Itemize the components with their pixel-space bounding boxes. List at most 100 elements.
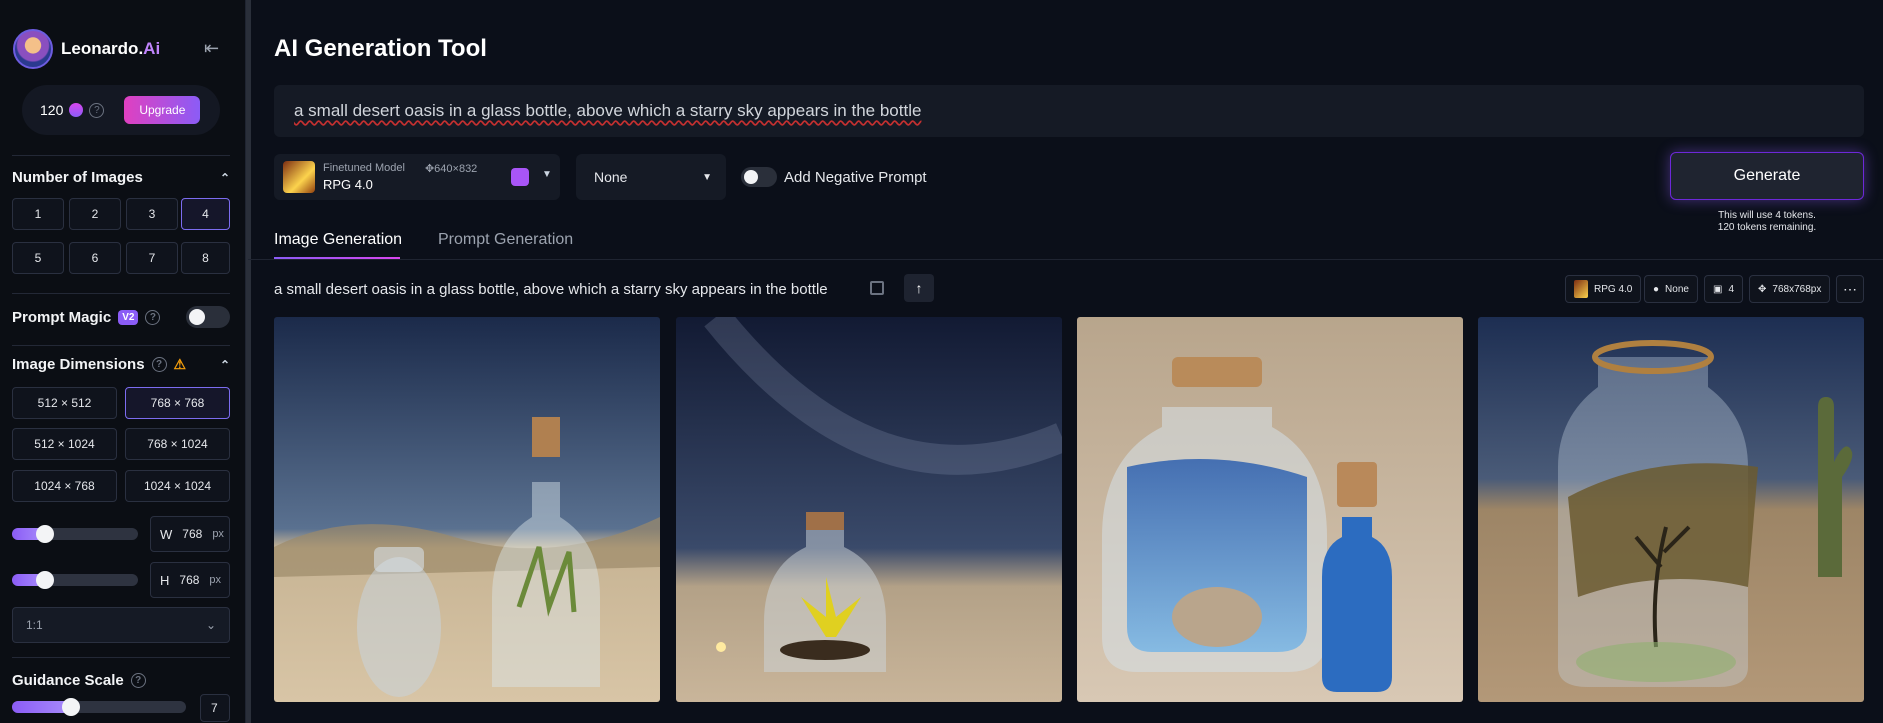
- chevron-down-icon: ⌄: [205, 618, 216, 632]
- generated-image-2[interactable]: [676, 317, 1062, 702]
- slider-knob[interactable]: [62, 698, 80, 716]
- guidance-value-field[interactable]: 7: [200, 694, 230, 722]
- token-usage-note: This will use 4 tokens. 120 tokens remai…: [1670, 210, 1864, 234]
- chevron-up-icon: ⌃: [219, 357, 230, 372]
- divider: [12, 155, 230, 156]
- guidance-scale-header: Guidance Scale ?: [12, 672, 146, 689]
- unit-label: px: [209, 574, 222, 586]
- width-value[interactable]: 768: [182, 527, 202, 541]
- reuse-prompt-button[interactable]: ↑: [904, 274, 934, 302]
- generated-image-1[interactable]: [274, 317, 660, 702]
- help-icon[interactable]: ?: [130, 673, 146, 688]
- more-options-button[interactable]: ⋯: [1836, 275, 1864, 303]
- height-value[interactable]: 768: [179, 573, 199, 587]
- num-images-6[interactable]: 6: [69, 242, 121, 274]
- logo-avatar: [13, 29, 53, 69]
- collapse-sidebar-icon[interactable]: ⇤: [204, 38, 219, 59]
- token-usage-line: This will use 4 tokens.: [1718, 210, 1816, 221]
- brand-name: Leonardo.Ai: [61, 39, 161, 58]
- aspect-ratio-value: 1:1: [26, 618, 43, 632]
- num-images-3[interactable]: 3: [126, 198, 178, 230]
- model-select[interactable]: Finetuned Model ✥640×832 RPG 4.0 ▼: [274, 154, 560, 200]
- model-name: RPG 4.0: [323, 177, 373, 192]
- dimension-768x1024[interactable]: 768 × 1024: [125, 428, 230, 460]
- num-images-8[interactable]: 8: [181, 242, 230, 274]
- help-icon[interactable]: ?: [145, 310, 161, 325]
- image-desert-bottle-2: [676, 317, 1062, 702]
- tabs-divider: [248, 259, 1883, 260]
- prompt-text[interactable]: a small desert oasis in a glass bottle, …: [294, 101, 921, 121]
- tab-image-generation[interactable]: Image Generation: [274, 231, 402, 249]
- aspect-ratio-select[interactable]: 1:1 ⌄: [12, 607, 230, 643]
- caret-down-icon: ▼: [702, 171, 712, 183]
- dimension-512x512[interactable]: 512 × 512: [12, 387, 117, 419]
- generation-prompt: a small desert oasis in a glass bottle, …: [274, 281, 828, 298]
- prompt-magic-toggle[interactable]: [186, 306, 230, 328]
- image-dimensions-header[interactable]: Image Dimensions ? ⚠ ⌃: [12, 356, 230, 373]
- count-chip: ▣ 4: [1704, 275, 1744, 303]
- number-of-images-header[interactable]: Number of Images ⌃: [12, 169, 230, 186]
- generate-button[interactable]: Generate: [1670, 152, 1864, 200]
- dimension-1024x768[interactable]: 1024 × 768: [12, 470, 117, 502]
- warning-icon: ⚠: [173, 356, 187, 372]
- negative-prompt-label[interactable]: Add Negative Prompt: [784, 169, 927, 186]
- move-icon: ✥: [1758, 283, 1767, 295]
- guidance-slider[interactable]: [12, 698, 186, 716]
- drop-icon: ●: [1653, 283, 1660, 295]
- chip-label: RPG 4.0: [1594, 283, 1633, 295]
- model-details-icon[interactable]: [511, 168, 529, 186]
- slider-knob[interactable]: [36, 571, 54, 589]
- help-icon[interactable]: ?: [89, 102, 105, 118]
- dimension-512x1024[interactable]: 512 × 1024: [12, 428, 117, 460]
- prompt-input[interactable]: a small desert oasis in a glass bottle, …: [274, 85, 1864, 137]
- section-title: Number of Images: [12, 169, 143, 186]
- token-count: 120: [40, 102, 64, 118]
- num-images-5[interactable]: 5: [12, 242, 64, 274]
- num-images-1[interactable]: 1: [12, 198, 64, 230]
- images-icon: ▣: [1713, 283, 1723, 295]
- page-title: AI Generation Tool: [274, 35, 487, 62]
- section-title: Guidance Scale: [12, 672, 124, 689]
- divider: [12, 345, 230, 346]
- width-slider[interactable]: [12, 525, 138, 543]
- style-select[interactable]: None ▼: [576, 154, 726, 200]
- num-images-2[interactable]: 2: [69, 198, 121, 230]
- image-desert-bottle-1: [274, 317, 660, 702]
- style-value: None: [594, 169, 628, 185]
- help-icon[interactable]: ?: [151, 357, 167, 372]
- copy-icon[interactable]: [870, 281, 884, 295]
- model-dims: ✥640×832: [424, 163, 478, 175]
- brand[interactable]: Leonardo.Ai: [13, 29, 160, 69]
- guidance-value[interactable]: 7: [211, 701, 218, 715]
- token-icon: [69, 103, 84, 117]
- sidebar-scrollbar[interactable]: [246, 0, 251, 723]
- width-label: W: [160, 526, 173, 542]
- arrow-up-icon: ↑: [915, 280, 923, 296]
- model-thumbnail: [1574, 280, 1588, 298]
- num-images-7[interactable]: 7: [126, 242, 178, 274]
- num-images-4[interactable]: 4: [181, 198, 230, 230]
- generated-image-3[interactable]: [1077, 317, 1463, 702]
- height-slider[interactable]: [12, 571, 138, 589]
- unit-label: px: [212, 528, 224, 540]
- width-field[interactable]: W 768 px: [150, 516, 230, 552]
- tokens-remaining-line: 120 tokens remaining.: [1717, 222, 1817, 233]
- generated-image-4[interactable]: [1478, 317, 1864, 702]
- sidebar: Leonardo.Ai ⇤ 120 ? Upgrade Number of Im…: [0, 0, 246, 723]
- negative-prompt-toggle[interactable]: [741, 167, 777, 187]
- upgrade-button[interactable]: Upgrade: [124, 96, 201, 124]
- chevron-up-icon: ⌃: [219, 170, 230, 185]
- slider-knob[interactable]: [36, 525, 54, 543]
- more-icon: ⋯: [1843, 280, 1857, 297]
- divider: [12, 293, 230, 294]
- dimension-1024x1024[interactable]: 1024 × 1024: [125, 470, 230, 502]
- prompt-magic-header: Prompt Magic V2 ?: [12, 309, 161, 326]
- section-title: Image Dimensions: [12, 356, 145, 373]
- divider: [12, 657, 230, 658]
- model-meta: Finetuned Model ✥640×832 RPG 4.0: [323, 162, 477, 192]
- tab-prompt-generation[interactable]: Prompt Generation: [438, 231, 573, 249]
- height-field[interactable]: H 768 px: [150, 562, 230, 598]
- chip-label: None: [1665, 283, 1689, 295]
- dimension-768x768[interactable]: 768 × 768: [125, 387, 230, 419]
- image-desert-bottle-3: [1077, 317, 1463, 702]
